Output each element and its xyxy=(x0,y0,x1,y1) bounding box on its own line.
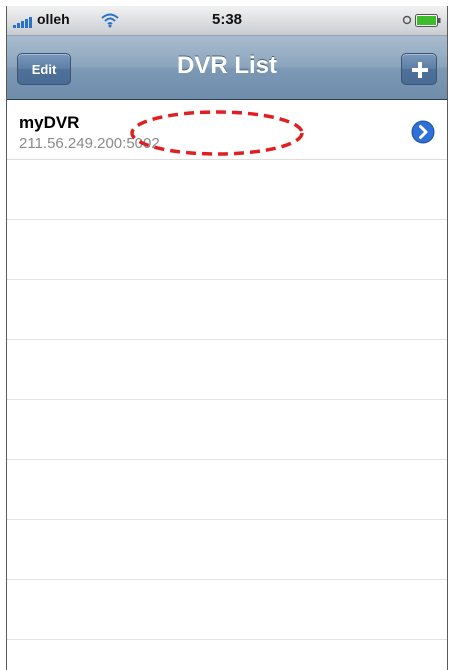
dvr-name: myDVR xyxy=(19,113,80,132)
empty-list-row xyxy=(7,460,447,520)
phone-screen: olleh 5:38 Edit DVR List myDVR 211.56.24… xyxy=(6,6,448,670)
dvr-address: 211.56.249.200:5002 xyxy=(19,135,160,152)
empty-list-row xyxy=(7,520,447,580)
plus-icon xyxy=(412,62,428,78)
status-clock: 5:38 xyxy=(211,11,243,28)
add-dvr-button[interactable] xyxy=(401,53,437,85)
lock-icon xyxy=(402,15,412,25)
empty-list-row xyxy=(7,160,447,220)
page-title: DVR List xyxy=(176,52,277,79)
empty-list-row xyxy=(7,220,447,280)
empty-list-row xyxy=(7,340,447,400)
navigation-bar: Edit DVR List xyxy=(7,36,447,100)
battery-icon xyxy=(415,14,441,27)
disclosure-button-icon[interactable] xyxy=(411,120,435,144)
empty-list-row xyxy=(7,580,447,640)
dvr-list-item[interactable]: myDVR 211.56.249.200:5002 xyxy=(7,100,447,160)
empty-list-row xyxy=(7,640,447,670)
status-bar: olleh 5:38 xyxy=(7,6,447,36)
empty-list-row xyxy=(7,280,447,340)
dvr-list: myDVR 211.56.249.200:5002 xyxy=(7,100,447,670)
empty-list-row xyxy=(7,400,447,460)
